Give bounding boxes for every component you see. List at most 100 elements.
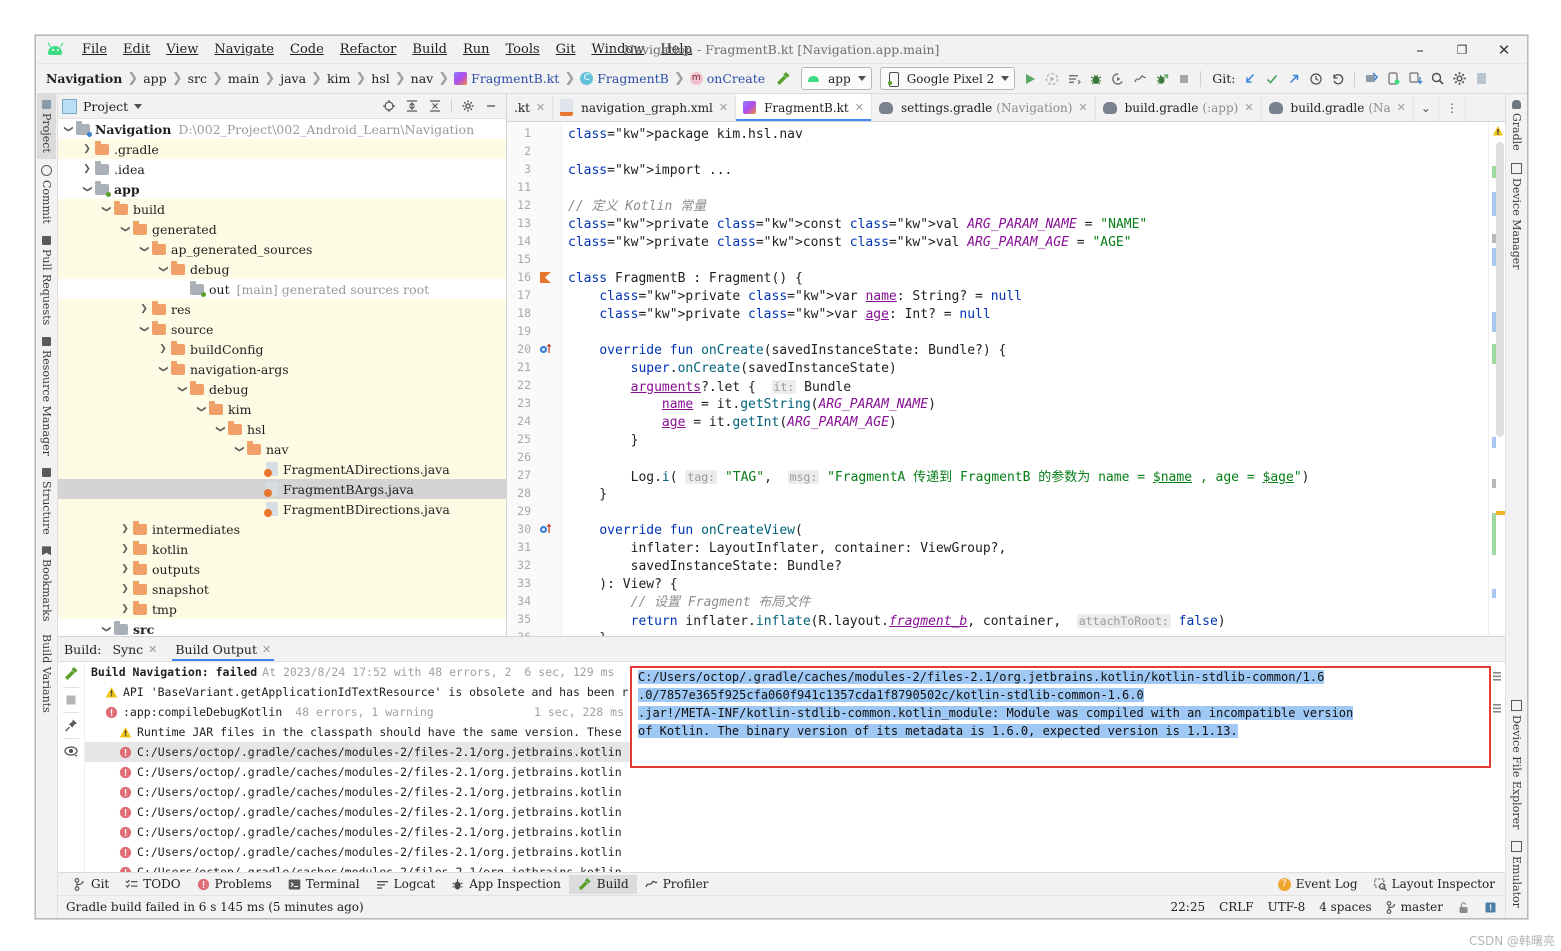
menu-code[interactable]: Code [282,40,332,59]
breadcrumb-hsl[interactable]: hsl [367,71,393,86]
tree-node[interactable]: ❯ source [58,319,506,339]
override-gutter-icon[interactable] [539,343,553,356]
tool-window-button-problems[interactable]: Problems [189,875,280,893]
close-icon[interactable]: ✕ [1397,101,1406,114]
tool-window-button-build[interactable]: Build [568,874,637,894]
tool-window-button-logcat[interactable]: Logcat [368,875,444,893]
sidebar-item-project[interactable]: Project [37,94,56,159]
run-button[interactable] [1020,69,1040,89]
build-output-row[interactable]: C:/Users/octop/.gradle/caches/modules-2/… [85,762,630,782]
tree-node[interactable]: ❯ app [58,179,506,199]
sidebar-item-structure[interactable]: Structure [37,462,56,541]
chevron-down-icon[interactable]: ❯ [100,623,112,635]
attach-debugger-button[interactable] [1152,69,1172,89]
notifications-icon[interactable] [1484,901,1497,914]
chevron-down-icon[interactable]: ❯ [214,423,226,435]
build-output-row[interactable]: C:/Users/octop/.gradle/caches/modules-2/… [85,782,630,802]
tree-node[interactable]: ❯ build [58,199,506,219]
breadcrumb-java[interactable]: java [276,71,310,86]
editor-tab-bar[interactable]: .kt ✕ navigation_graph.xml ✕ FragmentB.kt ✕ se… [507,94,1505,122]
chevron-down-icon[interactable]: ❯ [195,403,207,415]
apply-changes-button[interactable] [1042,69,1062,89]
chevron-down-icon[interactable]: ❯ [119,223,131,235]
tree-node[interactable]: ❯ kim [58,399,506,419]
editor-tab[interactable]: settings.gradle (Navigation) ✕ [872,94,1096,121]
breadcrumb-oncreate[interactable]: m onCreate [686,71,769,86]
tree-node[interactable]: ❯ .idea [58,159,506,179]
tree-node[interactable]: ❯ tmp [58,599,506,619]
tree-node[interactable]: ❯ kotlin [58,539,506,559]
tool-window-button-terminal[interactable]: Terminal [280,875,368,893]
menu-tools[interactable]: Tools [498,40,548,59]
breadcrumb-fragmentb-class[interactable]: C FragmentB [576,71,673,86]
editor-tab[interactable]: build.gradle (:app) ✕ [1096,94,1262,121]
sidebar-item-commit[interactable]: Commit [37,159,56,230]
scroll-from-source-icon[interactable] [382,99,396,113]
minimize-button[interactable]: – [1399,37,1441,63]
breadcrumb-main[interactable]: main [224,71,263,86]
tree-node[interactable]: ❯ Navigation D:\002_Project\002_Android_Le… [58,119,506,139]
breadcrumb-navigation[interactable]: Navigation [42,71,126,86]
editor-tab[interactable]: navigation_graph.xml ✕ [553,94,737,121]
sidebar-item-device-manager[interactable]: Device Manager [1507,157,1526,276]
tree-node[interactable]: ❯ res [58,299,506,319]
chevron-right-icon[interactable]: ❯ [157,343,169,355]
menu-refactor[interactable]: Refactor [332,40,405,59]
chevron-down-icon[interactable]: ❯ [100,203,112,215]
line-separator[interactable]: CRLF [1219,900,1254,914]
tab-options-icon[interactable]: ⋮ [1439,94,1466,121]
editor-tab[interactable]: FragmentB.kt ✕ [736,94,872,121]
close-icon[interactable]: ✕ [1078,101,1087,114]
build-output-row[interactable]: C:/Users/octop/.gradle/caches/modules-2/… [85,822,630,842]
chevron-down-icon[interactable]: ❯ [62,123,74,135]
tree-node[interactable]: ❯ snapshot [58,579,506,599]
tree-node[interactable]: ❯ navigation-args [58,359,506,379]
chevron-right-icon[interactable]: ❯ [119,523,131,535]
editor-marker-bar[interactable] [1488,122,1505,636]
build-output-row[interactable]: C:/Users/octop/.gradle/caches/modules-2/… [85,842,630,862]
run-with-coverage-button[interactable] [1108,69,1128,89]
tool-window-button-layout-inspector[interactable]: Layout Inspector [1373,877,1495,891]
tree-node[interactable]: ❯ debug [58,379,506,399]
editor-tab[interactable]: .kt ✕ [507,94,554,121]
tool-window-button-profiler[interactable]: Profiler [637,875,717,893]
expand-all-icon[interactable] [405,99,419,113]
project-settings-gear-icon[interactable] [461,99,475,113]
tool-window-button-app-inspection[interactable]: App Inspection [443,875,569,893]
build-output-row[interactable]: C:/Users/octop/.gradle/caches/modules-2/… [85,742,630,762]
collapse-all-icon[interactable] [428,99,442,113]
tree-node[interactable]: ❯ generated [58,219,506,239]
tree-node[interactable]: ❯ src [58,619,506,636]
close-icon[interactable]: ✕ [262,643,271,656]
chevron-down-icon[interactable]: ❯ [138,243,150,255]
sidebar-item-pull-requests[interactable]: Pull Requests [37,230,56,331]
build-tab-build-output[interactable]: Build Output ✕ [168,639,278,661]
close-button[interactable]: ✕ [1483,37,1525,63]
caret-position[interactable]: 22:25 [1171,900,1206,914]
tool-window-button-todo[interactable]: TODO [117,875,188,893]
tree-node[interactable]: ❯ ap_generated_sources [58,239,506,259]
warning-triangle-icon[interactable] [1492,125,1504,137]
sidebar-item-build-variants[interactable]: Build Variants [37,628,56,719]
tree-node[interactable]: ❯ intermediates [58,519,506,539]
build-output-row[interactable]: Runtime JAR files in the classpath shoul… [85,722,630,742]
tool-window-button-event-log[interactable]: 7 Event Log [1277,877,1358,891]
editor-scrollbar-thumb[interactable] [1496,142,1504,437]
build-output-row[interactable]: Build Navigation: failed At 2023/8/24 17… [85,662,630,682]
chevron-down-icon[interactable]: ❯ [157,263,169,275]
stop-button[interactable] [1174,69,1194,89]
chevron-down-icon[interactable]: ❯ [157,363,169,375]
breadcrumb-app[interactable]: app [139,71,170,86]
chevron-right-icon[interactable]: ❯ [119,603,131,615]
apply-code-changes-button[interactable] [1064,69,1084,89]
debug-button[interactable] [1086,69,1106,89]
close-icon[interactable]: ✕ [536,101,545,114]
module-selector[interactable]: app [801,67,872,90]
tree-node[interactable]: out [main] generated sources root [58,279,506,299]
bottom-tool-window-bar[interactable]: Git TODO Problems Terminal Logcat App Inspect… [58,872,1505,895]
project-tree[interactable]: ❯ Navigation D:\002_Project\002_Android_Le… [58,119,506,636]
tree-node[interactable]: ❯ debug [58,259,506,279]
build-rerun-icon[interactable] [63,666,79,682]
tree-node[interactable]: FragmentBArgs.java [58,479,506,499]
tab-overflow-button[interactable]: ⌄ [1414,94,1439,121]
